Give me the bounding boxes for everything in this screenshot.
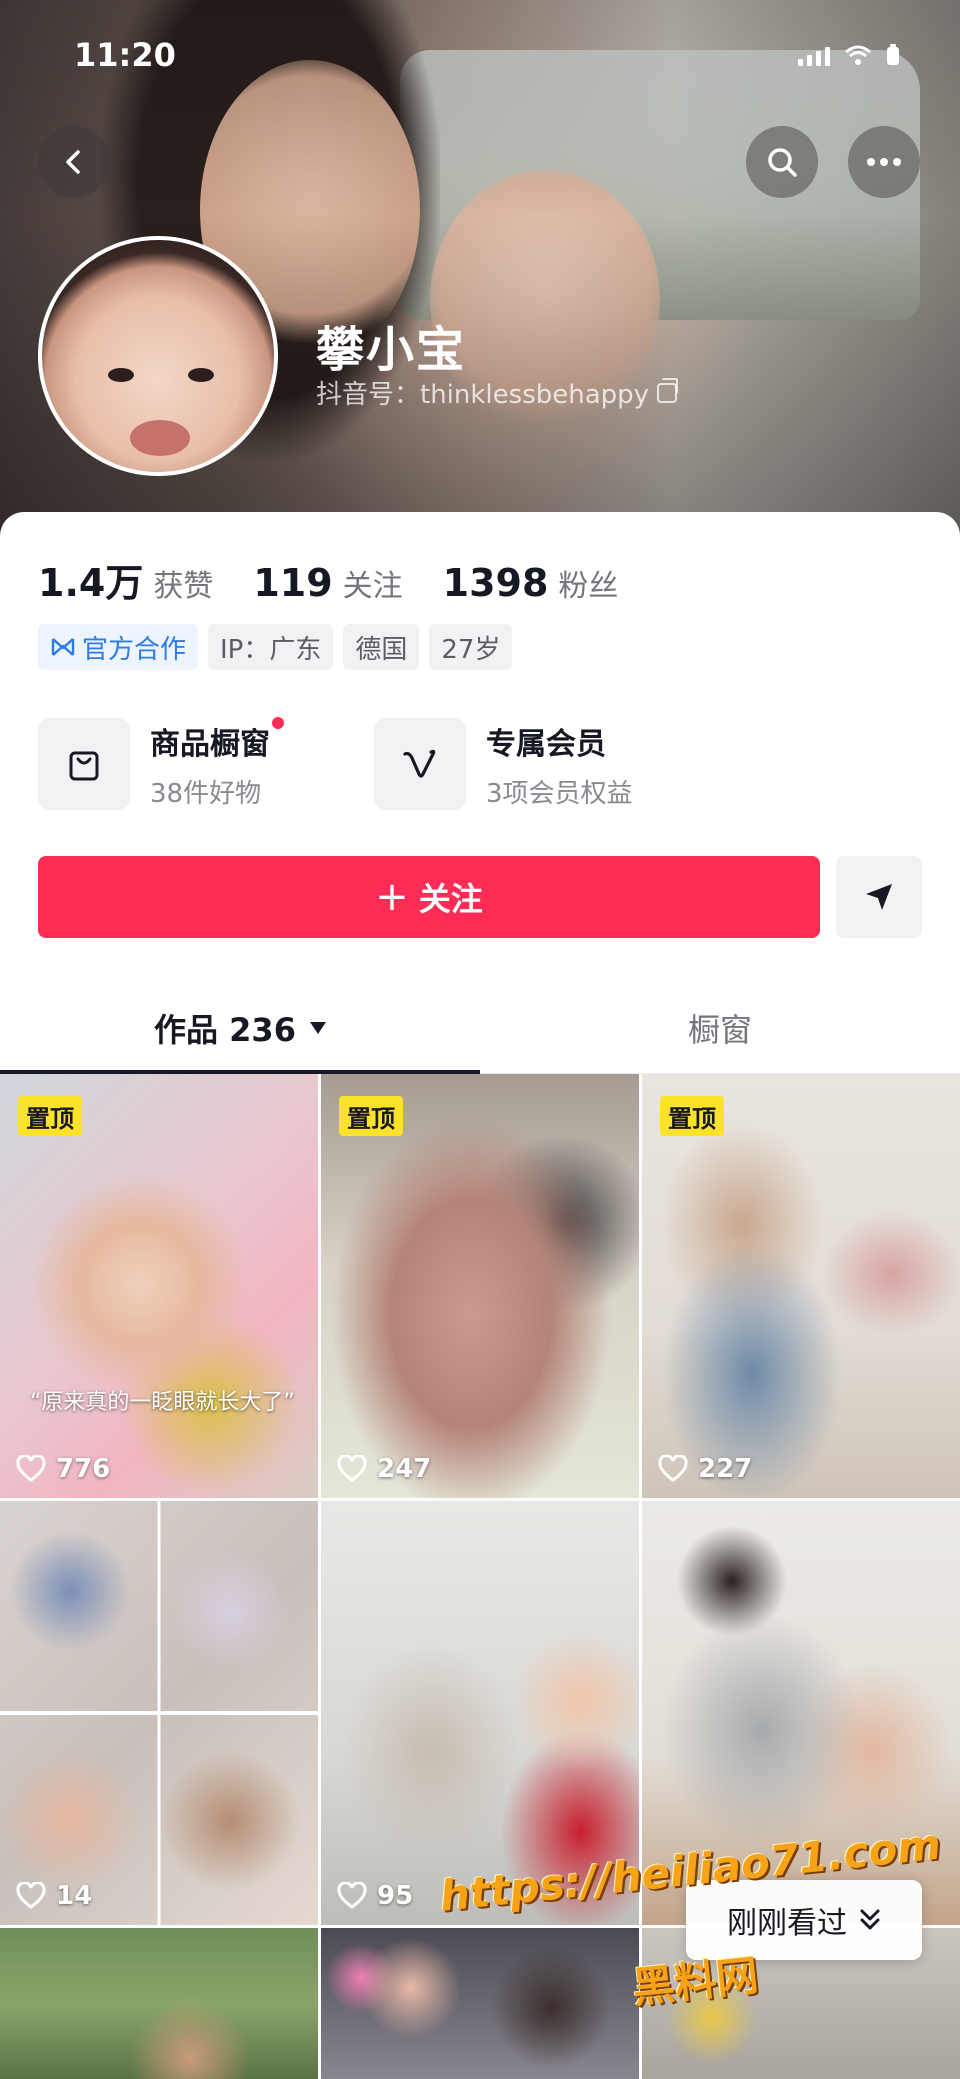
feature-subtitle: 3项会员权益 <box>486 778 633 809</box>
like-count: 227 <box>658 1454 752 1484</box>
video-thumbnail <box>0 1501 318 1925</box>
back-button[interactable] <box>38 126 110 198</box>
video-thumbnail <box>0 1074 318 1498</box>
douyin-id: 抖音号：thinklessbehappy <box>316 380 650 410</box>
stat-label: 关注 <box>342 569 403 604</box>
send-arrow-icon <box>866 884 892 910</box>
video-caption: “原来真的一眨眼就长大了” <box>30 1390 295 1415</box>
like-count-value: 776 <box>56 1454 111 1484</box>
plus-icon: + <box>375 874 409 920</box>
video-tile[interactable] <box>321 1928 639 2079</box>
tag-label: 27岁 <box>441 634 501 665</box>
stat-followers[interactable]: 1398 粉丝 <box>443 561 619 605</box>
tag-ip: IP：广东 <box>208 624 334 670</box>
stat-value: 1398 <box>442 561 549 605</box>
avatar-mouth <box>130 420 190 456</box>
status-icons <box>798 44 900 66</box>
stat-following[interactable]: 119 关注 <box>253 561 402 605</box>
copy-icon[interactable] <box>657 377 679 403</box>
product-showcase-entry[interactable]: 商品橱窗 38件好物 <box>38 716 338 810</box>
double-chevron-down-icon <box>860 1909 880 1930</box>
shopping-bag-icon <box>69 751 99 781</box>
feature-title: 商品橱窗 <box>150 716 284 763</box>
video-tile[interactable]: 置顶 247 <box>321 1074 639 1498</box>
like-count-value: 95 <box>377 1881 414 1911</box>
wifi-icon <box>844 44 872 66</box>
tag-country: 德国 <box>343 624 420 670</box>
tag-label: 德国 <box>355 634 408 665</box>
pinned-badge: 置顶 <box>18 1096 82 1136</box>
feature-subtitle: 38件好物 <box>150 778 262 809</box>
tab-label: 橱窗 <box>687 1011 752 1049</box>
like-count: 14 <box>16 1881 92 1911</box>
stat-label: 粉丝 <box>558 569 619 604</box>
avatar-eye <box>108 368 134 382</box>
feature-icon-box <box>374 718 466 810</box>
status-time: 11:20 <box>74 36 176 74</box>
heart-outline-icon <box>16 1455 46 1482</box>
follow-label: 关注 <box>418 880 483 918</box>
caret-down-icon[interactable] <box>309 1022 326 1034</box>
like-count-value: 14 <box>56 1881 93 1911</box>
profile-name: 攀小宝 <box>316 322 467 378</box>
heart-outline-icon <box>337 1882 367 1909</box>
status-bar: 11:20 <box>0 0 960 110</box>
video-tile[interactable] <box>0 1928 318 2079</box>
tab-label: 作品 236 <box>154 1011 296 1049</box>
search-button[interactable] <box>746 126 818 198</box>
share-button[interactable] <box>836 856 922 938</box>
heart-outline-icon <box>658 1455 688 1482</box>
pinned-badge: 置顶 <box>339 1096 403 1136</box>
follow-button[interactable]: + 关注 <box>38 856 820 938</box>
feature-title-text: 商品橱窗 <box>150 726 270 762</box>
membership-entry[interactable]: 专属会员 3项会员权益 <box>374 718 674 810</box>
official-collab-icon <box>51 638 75 656</box>
video-tile[interactable]: 置顶 227 <box>642 1074 960 1498</box>
stat-value: 1.4万 <box>38 561 144 605</box>
feature-row: 商品橱窗 38件好物 专属会员 3项会员权益 <box>38 716 674 810</box>
video-tile[interactable]: 置顶 “原来真的一眨眼就长大了” 776 <box>0 1074 318 1498</box>
stat-label: 获赞 <box>153 569 214 604</box>
like-count: 247 <box>337 1454 431 1484</box>
more-button[interactable] <box>848 126 920 198</box>
tag-official-collab[interactable]: 官方合作 <box>38 624 199 670</box>
stats-row: 1.4万 获赞 119 关注 1398 粉丝 <box>38 552 618 607</box>
tag-age: 27岁 <box>429 624 513 670</box>
stat-value: 119 <box>253 561 333 605</box>
battery-icon <box>886 44 900 66</box>
tab-showcase[interactable]: 橱窗 <box>480 982 960 1074</box>
stat-likes[interactable]: 1.4万 获赞 <box>38 552 213 607</box>
content-tabs: 作品 236 橱窗 <box>0 982 960 1074</box>
pinned-badge: 置顶 <box>660 1096 724 1136</box>
more-icon <box>867 158 901 166</box>
like-count-value: 227 <box>698 1454 753 1484</box>
video-thumbnail <box>321 1928 639 2079</box>
video-tile[interactable]: 14 <box>0 1501 318 1925</box>
tab-works[interactable]: 作品 236 <box>0 982 480 1074</box>
video-thumbnail <box>0 1928 318 2079</box>
feature-title: 专属会员 <box>486 726 606 762</box>
back-arrow-icon <box>66 150 80 174</box>
signal-icon <box>798 46 830 66</box>
recently-watched-label: 刚刚看过 <box>727 1906 847 1941</box>
heart-outline-icon <box>16 1882 46 1909</box>
notification-dot <box>272 716 284 729</box>
like-count: 776 <box>16 1454 110 1484</box>
tag-label: IP：广东 <box>220 634 322 665</box>
avatar[interactable] <box>38 236 278 476</box>
video-thumbnail <box>642 1074 960 1498</box>
heart-outline-icon <box>337 1455 367 1482</box>
like-count: 95 <box>337 1881 413 1911</box>
douyin-id-row[interactable]: 抖音号：thinklessbehappy <box>316 374 679 411</box>
like-count-value: 247 <box>377 1454 432 1484</box>
feature-icon-box <box>38 718 130 810</box>
video-thumbnail <box>321 1074 639 1498</box>
tags-row: 官方合作 IP：广东 德国 27岁 <box>38 624 513 670</box>
tag-label: 官方合作 <box>82 634 187 665</box>
search-icon <box>768 148 797 177</box>
avatar-eye <box>188 368 214 382</box>
membership-v-icon <box>403 749 436 778</box>
